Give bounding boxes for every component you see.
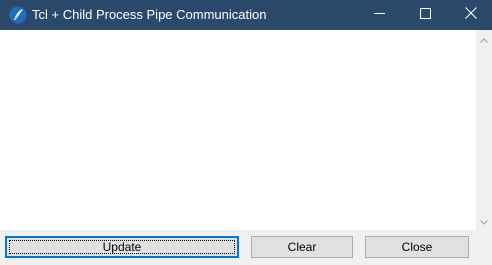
minimize-icon — [373, 6, 385, 24]
maximize-button[interactable] — [402, 0, 448, 30]
minimize-button[interactable] — [356, 0, 402, 30]
update-button-label: Update — [102, 240, 142, 254]
output-text-area[interactable] — [0, 30, 476, 230]
close-icon — [465, 6, 477, 24]
close-window-button[interactable] — [448, 0, 492, 30]
maximize-icon — [419, 6, 431, 24]
update-button[interactable]: Update — [5, 236, 239, 258]
tcl-feather-icon — [9, 6, 27, 24]
clear-button-label: Clear — [287, 240, 317, 254]
close-button[interactable]: Close — [365, 236, 469, 258]
vertical-scrollbar[interactable] — [476, 30, 492, 230]
scroll-down-icon[interactable] — [476, 214, 492, 230]
scroll-up-icon[interactable] — [476, 32, 492, 48]
title-bar[interactable]: Tcl + Child Process Pipe Communication — [0, 0, 492, 30]
close-button-label: Close — [401, 240, 433, 254]
window-title: Tcl + Child Process Pipe Communication — [32, 7, 267, 22]
clear-button[interactable]: Clear — [251, 236, 353, 258]
app-window: Tcl + Child Process Pipe Communication U… — [0, 0, 492, 265]
